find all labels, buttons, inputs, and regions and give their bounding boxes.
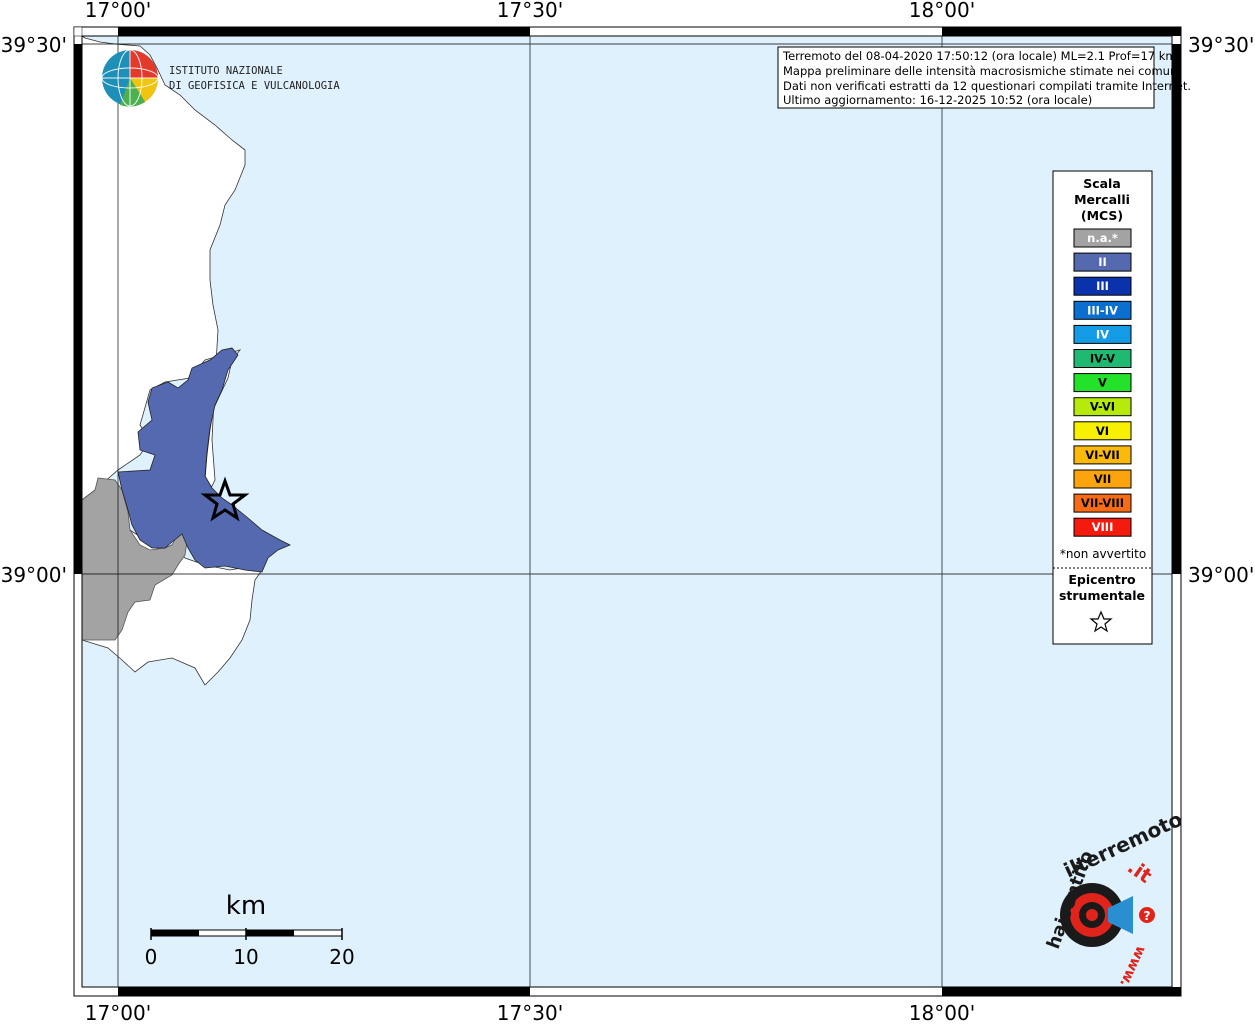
scale-unit: km	[226, 891, 266, 921]
legend-item: V-VI	[1073, 397, 1132, 417]
info-line-3: Ultimo aggiornamento: 16-12-2025 10:52 (…	[783, 93, 1092, 107]
legend-item: VII-VIII	[1073, 493, 1132, 513]
legend-title-2: (MCS)	[1081, 208, 1123, 223]
info-line-0: Terremoto del 08-04-2020 17:50:12 (ora l…	[782, 49, 1177, 63]
info-box: Terremoto del 08-04-2020 17:50:12 (ora l…	[777, 46, 1191, 109]
lon-label-bottom-2: 18°00'	[909, 1001, 975, 1024]
legend-label: V-VI	[1090, 400, 1115, 414]
legend-label: VI-VII	[1085, 448, 1120, 462]
legend-item: VI	[1073, 421, 1132, 441]
info-line-1: Mappa preliminare delle intensità macros…	[783, 64, 1180, 78]
lon-labels-top: 17°00' 17°30' 18°00'	[85, 0, 975, 22]
legend-label: n.a.*	[1087, 231, 1118, 245]
lat-label-right-0: 39°30'	[1188, 33, 1254, 57]
legend-title-0: Scala	[1083, 176, 1121, 191]
lon-label-top-2: 18°00'	[909, 0, 975, 22]
legend-item: VIII	[1073, 517, 1132, 537]
lat-labels-left: 39°30' 39°00'	[1, 33, 67, 587]
legend-item: n.a.*	[1073, 228, 1132, 248]
lon-label-top-0: 17°00'	[85, 0, 151, 22]
legend-label: IV-V	[1090, 352, 1115, 366]
legend-title-1: Mercalli	[1074, 192, 1130, 207]
legend-label: III	[1096, 279, 1109, 293]
intensity-map: 17°00' 17°30' 18°00' 17°00' 17°30' 18°00…	[1, 0, 1255, 1024]
legend-epicenter-1: strumentale	[1059, 588, 1145, 603]
legend-label: VII-VIII	[1081, 496, 1124, 510]
sea-area	[82, 36, 1172, 987]
legend-item: IV	[1073, 324, 1132, 344]
scale-label-2: 20	[329, 945, 354, 969]
legend-label: VIII	[1092, 520, 1114, 534]
legend-label: IV	[1096, 327, 1109, 341]
scale-label-1: 10	[233, 945, 258, 969]
legend-note: *non avvertito	[1060, 547, 1146, 561]
legend-label: VII	[1094, 472, 1111, 486]
lon-label-top-1: 17°30'	[497, 0, 563, 22]
lon-label-bottom-1: 17°30'	[497, 1001, 563, 1024]
legend-item: VI-VII	[1073, 445, 1132, 465]
legend-item: II	[1073, 252, 1132, 272]
brand-question: ?	[1144, 909, 1151, 923]
legend-label: VI	[1096, 424, 1109, 438]
legend-label: III-IV	[1087, 303, 1118, 317]
legend-item: III-IV	[1073, 300, 1132, 320]
legend-item: III	[1073, 276, 1132, 296]
info-line-2: Dati non verificati estratti da 12 quest…	[783, 79, 1191, 93]
lon-label-bottom-0: 17°00'	[85, 1001, 151, 1024]
lat-label-left-0: 39°30'	[1, 33, 67, 57]
legend-item: IV-V	[1073, 349, 1132, 368]
lat-label-left-1: 39°00'	[1, 563, 67, 587]
logo-line1: ISTITUTO NAZIONALE	[169, 65, 283, 77]
lon-labels-bottom: 17°00' 17°30' 18°00'	[85, 1001, 975, 1024]
legend-epicenter-0: Epicentro	[1068, 572, 1136, 587]
legend-item: VII	[1073, 469, 1132, 489]
lat-label-right-1: 39°00'	[1188, 563, 1254, 587]
legend: Scala Mercalli (MCS) n.a.*IIIIIIII-IVIVI…	[1052, 170, 1153, 645]
legend-item: V	[1073, 373, 1132, 393]
scale-label-0: 0	[145, 945, 158, 969]
logo-line2: DI GEOFISICA E VULCANOLOGIA	[169, 80, 340, 92]
lat-labels-right: 39°30' 39°00'	[1188, 33, 1254, 587]
legend-label: V	[1098, 376, 1107, 390]
legend-label: II	[1098, 255, 1107, 269]
